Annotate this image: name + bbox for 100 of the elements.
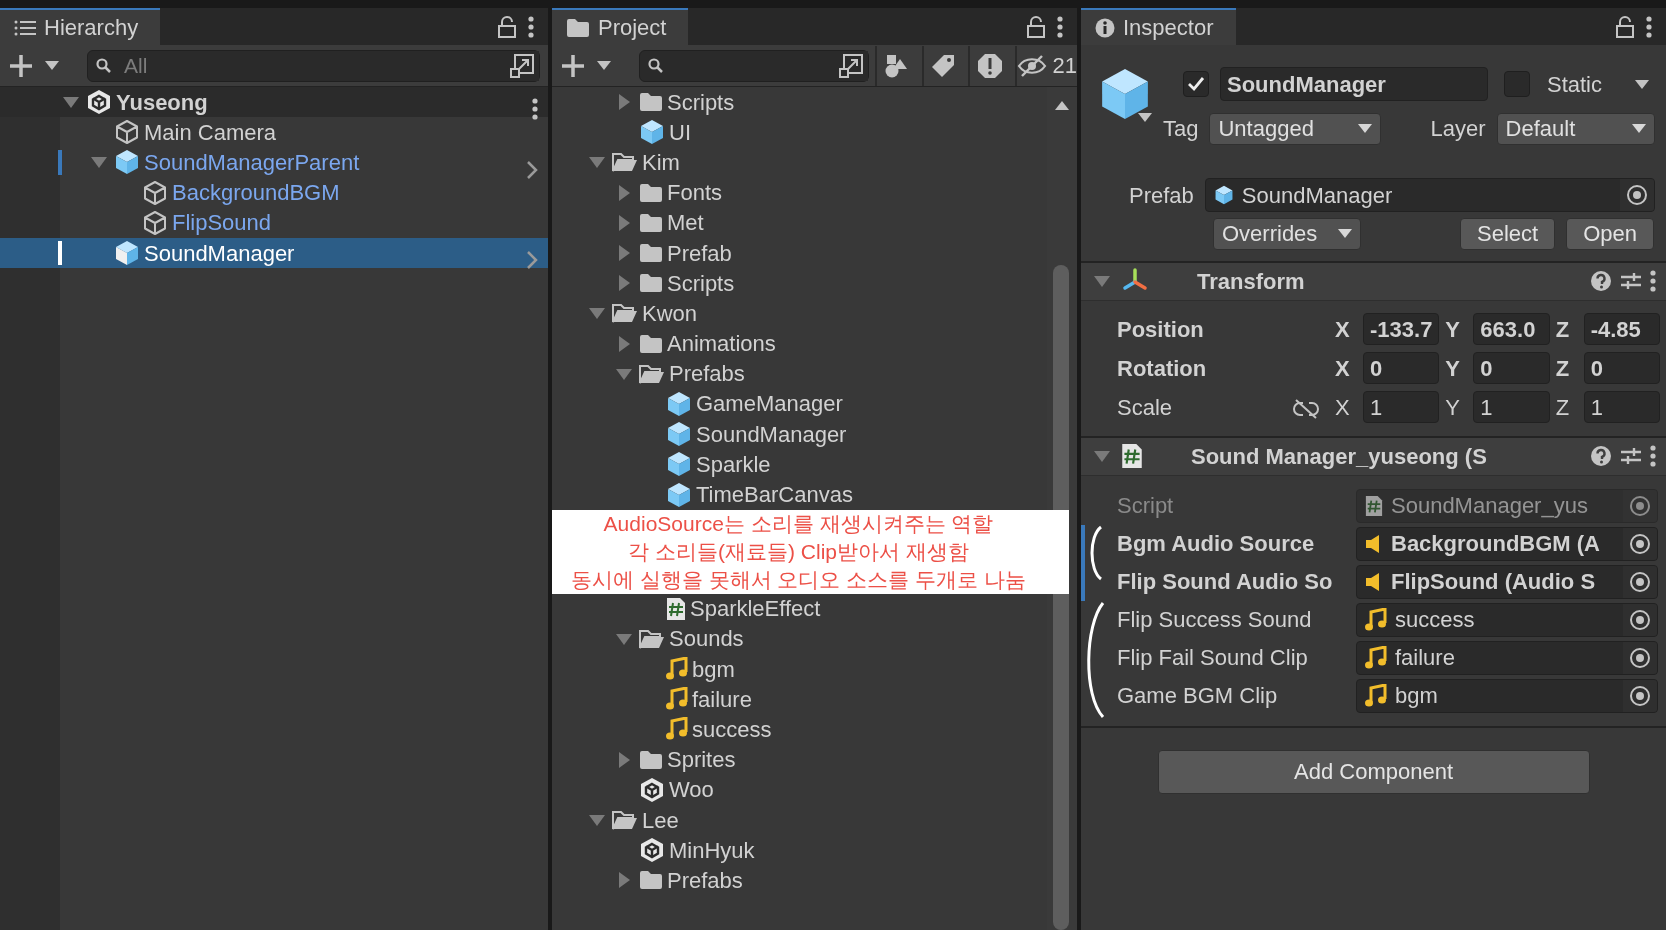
- target-icon[interactable]: [1629, 532, 1651, 555]
- tree-row[interactable]: Prefab: [552, 237, 1047, 269]
- search-field[interactable]: All: [87, 49, 540, 82]
- panel-tab[interactable]: Inspector: [1081, 8, 1236, 45]
- object-field[interactable]: failure: [1356, 640, 1658, 675]
- number-field[interactable]: -4.85: [1583, 313, 1660, 345]
- tree-row[interactable]: Sounds: [552, 623, 1047, 654]
- object-field[interactable]: bgm: [1356, 678, 1658, 713]
- object-field[interactable]: success: [1356, 602, 1658, 637]
- tree-row[interactable]: UI: [552, 117, 1047, 148]
- plus-icon[interactable]: [560, 52, 586, 79]
- more-icon[interactable]: [1650, 445, 1656, 467]
- target-icon[interactable]: [1626, 184, 1648, 206]
- more-icon[interactable]: [1057, 15, 1063, 38]
- unlinked-chain-icon[interactable]: [1293, 398, 1319, 419]
- more-icon[interactable]: [532, 98, 538, 121]
- tree-row[interactable]: Fonts: [552, 177, 1047, 208]
- more-icon[interactable]: [1650, 270, 1656, 292]
- cube-icon: [666, 390, 692, 417]
- name-field[interactable]: SoundManager: [1220, 67, 1488, 101]
- target-icon[interactable]: [1629, 646, 1651, 669]
- number-field[interactable]: 0: [1363, 352, 1440, 384]
- number-field[interactable]: 663.0: [1473, 313, 1550, 345]
- tree-row[interactable]: SoundManagerParent: [0, 147, 548, 178]
- target-icon[interactable]: [1629, 684, 1651, 707]
- tree-row[interactable]: Sprites: [552, 744, 1047, 775]
- tree-row[interactable]: bgm: [552, 654, 1047, 685]
- cube-icon: [666, 421, 692, 448]
- tree-row[interactable]: SparkleEffect: [552, 593, 1047, 624]
- cube-icon: [114, 240, 140, 267]
- object-field[interactable]: BackgroundBGM (A: [1356, 526, 1658, 561]
- prefab-button[interactable]: Open: [1566, 217, 1654, 250]
- tree-row[interactable]: Prefabs: [552, 358, 1047, 389]
- create-button[interactable]: [560, 52, 611, 79]
- tree-row[interactable]: Lee: [552, 804, 1047, 836]
- search-field[interactable]: [639, 49, 869, 82]
- panel-tab[interactable]: Project: [552, 8, 689, 45]
- tree-row[interactable]: Sparkle: [552, 449, 1047, 480]
- help-icon[interactable]: [1590, 270, 1612, 292]
- tree-row[interactable]: SoundManager: [0, 237, 548, 269]
- tree-row[interactable]: Scripts: [552, 268, 1047, 299]
- more-icon[interactable]: [1646, 15, 1652, 38]
- chevron-right-icon[interactable]: [526, 159, 538, 180]
- active-checkbox[interactable]: [1183, 71, 1209, 97]
- hidden-count-button[interactable]: 21: [1015, 45, 1077, 86]
- sliders-icon[interactable]: [1620, 270, 1642, 292]
- tree-row[interactable]: success: [552, 714, 1047, 745]
- number-field[interactable]: 0: [1583, 352, 1660, 384]
- music-note-icon: [1365, 607, 1387, 632]
- folder-icon: [639, 870, 663, 891]
- number-field[interactable]: 0: [1473, 352, 1550, 384]
- tree-row[interactable]: Yuseong: [0, 87, 548, 118]
- plus-icon[interactable]: [8, 52, 34, 79]
- cube-icon: [114, 149, 140, 176]
- more-icon[interactable]: [528, 15, 534, 38]
- tree-row[interactable]: Woo: [552, 774, 1047, 805]
- help-icon[interactable]: [1590, 445, 1612, 467]
- overrides-dropdown[interactable]: Overrides: [1213, 217, 1361, 250]
- lock-icon[interactable]: [498, 15, 516, 38]
- pop-out-icon[interactable]: [838, 52, 864, 79]
- tree-row[interactable]: Kwon: [552, 298, 1047, 329]
- tree-row[interactable]: Met: [552, 207, 1047, 238]
- target-icon[interactable]: [1629, 608, 1651, 631]
- number-field[interactable]: 1: [1473, 391, 1550, 423]
- number-field[interactable]: -133.7: [1363, 313, 1440, 345]
- create-button[interactable]: [8, 52, 59, 79]
- static-checkbox[interactable]: [1504, 71, 1531, 97]
- tree-row[interactable]: Animations: [552, 328, 1047, 359]
- tree-row[interactable]: SoundManager: [552, 419, 1047, 450]
- add-component-button[interactable]: Add Component: [1157, 749, 1590, 794]
- object-field[interactable]: FlipSound (Audio S: [1356, 564, 1658, 599]
- tag-dropdown[interactable]: Untagged: [1209, 112, 1382, 145]
- panel-tab[interactable]: Hierarchy: [0, 8, 161, 45]
- tree-row[interactable]: GameManager: [552, 388, 1047, 420]
- pop-out-icon[interactable]: [509, 52, 535, 79]
- tree-row[interactable]: FlipSound: [0, 207, 548, 238]
- tree-row[interactable]: Kim: [552, 147, 1047, 178]
- sliders-icon[interactable]: [1620, 445, 1642, 467]
- tree-row[interactable]: TimeBarCanvas: [552, 479, 1047, 510]
- scroll-up-icon[interactable]: [1055, 100, 1069, 110]
- lock-icon[interactable]: [1027, 15, 1045, 38]
- prefab-button[interactable]: Select: [1460, 217, 1556, 250]
- tree-row[interactable]: MinHyuk: [552, 835, 1047, 866]
- tree-row[interactable]: Main Camera: [0, 117, 548, 148]
- target-icon[interactable]: [1629, 570, 1651, 593]
- lock-icon[interactable]: [1616, 15, 1634, 38]
- number-field[interactable]: 1: [1363, 391, 1440, 423]
- shapes-icon[interactable]: [884, 53, 909, 78]
- hidden-eye-icon[interactable]: [1017, 54, 1047, 77]
- tree-row[interactable]: BackgroundBGM: [0, 177, 548, 208]
- layer-dropdown[interactable]: Default: [1496, 112, 1655, 145]
- tree-row[interactable]: Prefabs: [552, 865, 1047, 896]
- tree-row[interactable]: Scripts: [552, 87, 1047, 118]
- axis-label: Z: [1555, 354, 1571, 383]
- number-field[interactable]: 1: [1583, 391, 1660, 423]
- prefab-field[interactable]: SoundManager: [1204, 178, 1655, 212]
- tag-icon[interactable]: [931, 53, 955, 78]
- alert-icon[interactable]: [976, 52, 1003, 79]
- chevron-right-icon[interactable]: [526, 250, 538, 271]
- tree-row[interactable]: failure: [552, 684, 1047, 715]
